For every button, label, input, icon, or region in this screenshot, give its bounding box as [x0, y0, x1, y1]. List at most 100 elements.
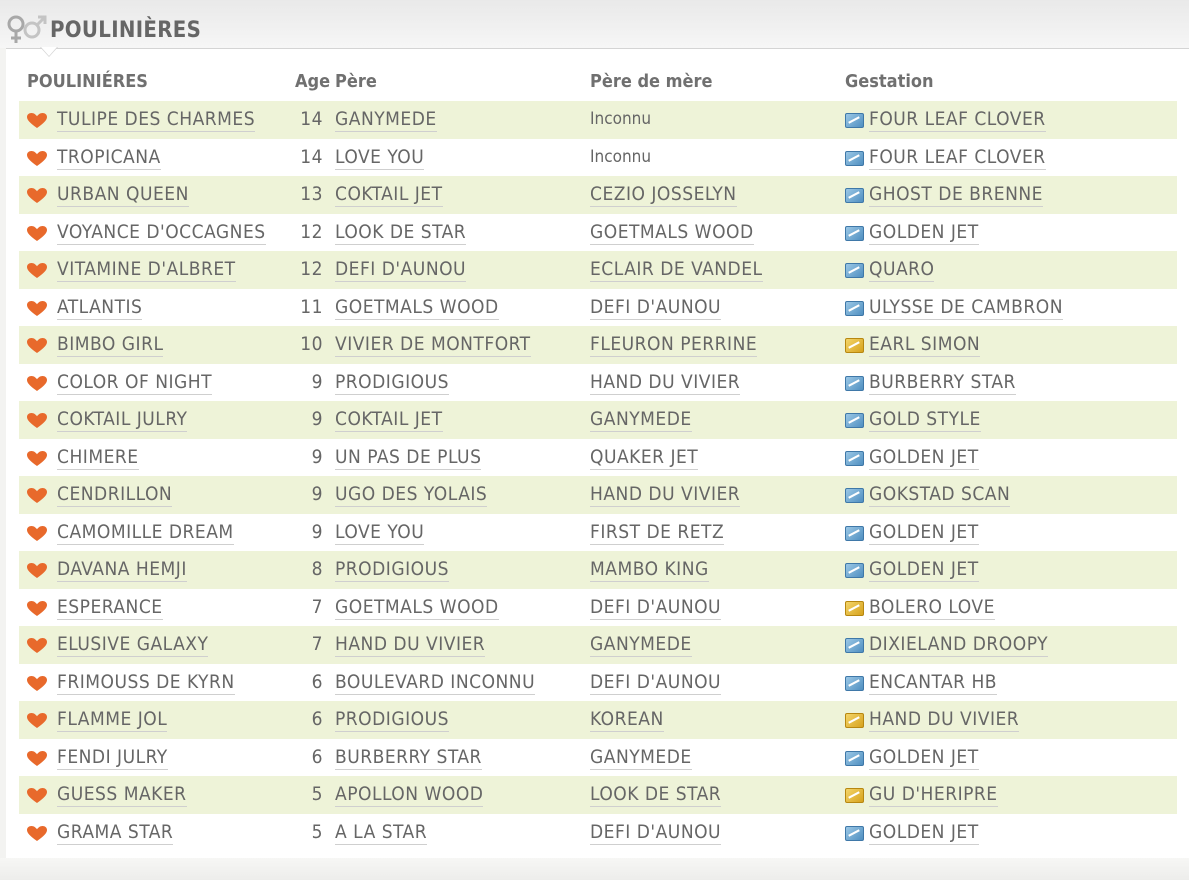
- pere-link[interactable]: GOETMALS WOOD: [335, 295, 499, 320]
- gestation-link[interactable]: FOUR LEAF CLOVER: [869, 145, 1046, 170]
- gestation-link[interactable]: GOLDEN JET: [869, 445, 979, 470]
- heart-icon[interactable]: [27, 488, 47, 504]
- pere-de-mere-link[interactable]: GANYMEDE: [590, 633, 692, 657]
- gestation-link[interactable]: BOLERO LOVE: [869, 595, 995, 620]
- gestation-link[interactable]: GOLD STYLE: [869, 408, 981, 432]
- pere-de-mere-link[interactable]: DEFI D'AUNOU: [590, 295, 722, 320]
- gestation-link[interactable]: GOLDEN JET: [869, 820, 979, 845]
- pere-de-mere-link[interactable]: DEFI D'AUNOU: [590, 595, 722, 620]
- gestation-link[interactable]: QUARO: [869, 258, 935, 282]
- pere-link[interactable]: PRODIGIOUS: [335, 558, 449, 582]
- pere-de-mere-link[interactable]: LOOK DE STAR: [590, 783, 722, 807]
- gestation-link[interactable]: BURBERRY STAR: [869, 370, 1016, 395]
- heart-icon[interactable]: [27, 600, 47, 617]
- pere-link[interactable]: DEFI D'AUNOU: [335, 258, 467, 282]
- pere-de-mere-link[interactable]: FIRST DE RETZ: [590, 520, 725, 545]
- pere-de-mere-link[interactable]: FLEURON PERRINE: [590, 333, 758, 357]
- pere-link[interactable]: COKTAIL JET: [335, 408, 443, 432]
- pere-de-mere-link[interactable]: CEZIO JOSSELYN: [590, 183, 737, 207]
- mare-name-link[interactable]: DAVANA HEMJI: [57, 558, 187, 582]
- heart-icon[interactable]: [27, 825, 47, 842]
- gestation-link[interactable]: GHOST DE BRENNE: [869, 183, 1043, 207]
- mare-name-link[interactable]: GRAMA STAR: [57, 820, 174, 845]
- pere-de-mere-link[interactable]: KOREAN: [590, 708, 664, 732]
- heart-icon[interactable]: [27, 225, 47, 242]
- heart-icon[interactable]: [27, 450, 47, 467]
- heart-icon[interactable]: [27, 713, 47, 729]
- gestation-link[interactable]: GOLDEN JET: [869, 745, 979, 770]
- gestation-link[interactable]: ENCANTAR HB: [869, 670, 998, 695]
- pere-de-mere-link[interactable]: MAMBO KING: [590, 558, 709, 582]
- pere-de-mere-link[interactable]: DEFI D'AUNOU: [590, 670, 722, 695]
- gestation-link[interactable]: HAND DU VIVIER: [869, 708, 1020, 732]
- mare-name-link[interactable]: CENDRILLON: [57, 483, 173, 507]
- pere-link[interactable]: HAND DU VIVIER: [335, 633, 486, 657]
- pere-de-mere-link[interactable]: QUAKER JET: [590, 445, 699, 470]
- mare-name-link[interactable]: TROPICANA: [57, 145, 161, 170]
- mare-name-link[interactable]: URBAN QUEEN: [57, 183, 189, 207]
- pere-de-mere-link[interactable]: HAND DU VIVIER: [590, 483, 741, 507]
- heart-icon[interactable]: [27, 788, 47, 804]
- pere-link[interactable]: BOULEVARD INCONNU: [335, 670, 536, 695]
- heart-icon[interactable]: [27, 263, 47, 279]
- pere-link[interactable]: GANYMEDE: [335, 108, 437, 132]
- mare-name-link[interactable]: CHIMERE: [57, 445, 139, 470]
- pere-link[interactable]: LOVE YOU: [335, 520, 425, 545]
- heart-icon[interactable]: [27, 150, 47, 167]
- mare-name-link[interactable]: ATLANTIS: [57, 295, 143, 320]
- pere-link[interactable]: LOOK DE STAR: [335, 220, 467, 245]
- mare-name-link[interactable]: COLOR OF NIGHT: [57, 370, 213, 395]
- mare-name-link[interactable]: BIMBO GIRL: [57, 333, 164, 357]
- heart-icon[interactable]: [27, 675, 47, 692]
- gestation-link[interactable]: ULYSSE DE CAMBRON: [869, 295, 1063, 320]
- gestation-link[interactable]: GU D'HERIPRE: [869, 783, 998, 807]
- pere-de-mere-link[interactable]: GANYMEDE: [590, 745, 692, 770]
- pere-link[interactable]: PRODIGIOUS: [335, 708, 449, 732]
- column-header-pere[interactable]: Père: [335, 71, 377, 92]
- pere-link[interactable]: LOVE YOU: [335, 145, 425, 170]
- heart-icon[interactable]: [27, 188, 47, 204]
- pere-link[interactable]: A LA STAR: [335, 820, 428, 845]
- pere-de-mere-link[interactable]: GOETMALS WOOD: [590, 220, 754, 245]
- mare-name-link[interactable]: ELUSIVE GALAXY: [57, 633, 209, 657]
- pere-de-mere-link[interactable]: GANYMEDE: [590, 408, 692, 432]
- gestation-link[interactable]: GOLDEN JET: [869, 520, 979, 545]
- heart-icon[interactable]: [27, 338, 47, 354]
- heart-icon[interactable]: [27, 750, 47, 767]
- column-header-name[interactable]: POULINIÉRES: [27, 71, 148, 92]
- mare-name-link[interactable]: VITAMINE D'ALBRET: [57, 258, 236, 282]
- pere-link[interactable]: UGO DES YOLAIS: [335, 483, 488, 507]
- mare-name-link[interactable]: GUESS MAKER: [57, 783, 187, 807]
- heart-icon[interactable]: [27, 638, 47, 654]
- pere-de-mere-link[interactable]: HAND DU VIVIER: [590, 370, 741, 395]
- heart-icon[interactable]: [27, 525, 47, 542]
- mare-name-link[interactable]: FLAMME JOL: [57, 708, 168, 732]
- mare-name-link[interactable]: FENDI JULRY: [57, 745, 168, 770]
- pere-de-mere-link[interactable]: DEFI D'AUNOU: [590, 820, 722, 845]
- column-header-age[interactable]: Age: [295, 71, 330, 92]
- pere-link[interactable]: UN PAS DE PLUS: [335, 445, 482, 470]
- gestation-link[interactable]: GOKSTAD SCAN: [869, 483, 1011, 507]
- pere-link[interactable]: PRODIGIOUS: [335, 370, 449, 395]
- heart-icon[interactable]: [27, 563, 47, 579]
- pere-link[interactable]: BURBERRY STAR: [335, 745, 482, 770]
- pere-de-mere-link[interactable]: ECLAIR DE VANDEL: [590, 258, 763, 282]
- pere-link[interactable]: VIVIER DE MONTFORT: [335, 333, 531, 357]
- gestation-link[interactable]: EARL SIMON: [869, 333, 981, 357]
- pere-link[interactable]: APOLLON WOOD: [335, 783, 484, 807]
- gestation-link[interactable]: GOLDEN JET: [869, 220, 979, 245]
- column-header-pere-de-mere[interactable]: Père de mère: [590, 71, 713, 92]
- mare-name-link[interactable]: VOYANCE D'OCCAGNES: [57, 220, 266, 245]
- mare-name-link[interactable]: COKTAIL JULRY: [57, 408, 188, 432]
- heart-icon[interactable]: [27, 375, 47, 392]
- pere-link[interactable]: COKTAIL JET: [335, 183, 443, 207]
- heart-icon[interactable]: [27, 413, 47, 429]
- column-header-gestation[interactable]: Gestation: [845, 71, 934, 92]
- heart-icon[interactable]: [27, 113, 47, 129]
- mare-name-link[interactable]: TULIPE DES CHARMES: [57, 108, 256, 132]
- pere-link[interactable]: GOETMALS WOOD: [335, 595, 499, 620]
- heart-icon[interactable]: [27, 300, 47, 317]
- mare-name-link[interactable]: FRIMOUSS DE KYRN: [57, 670, 235, 695]
- gestation-link[interactable]: DIXIELAND DROOPY: [869, 633, 1049, 657]
- mare-name-link[interactable]: ESPERANCE: [57, 595, 163, 620]
